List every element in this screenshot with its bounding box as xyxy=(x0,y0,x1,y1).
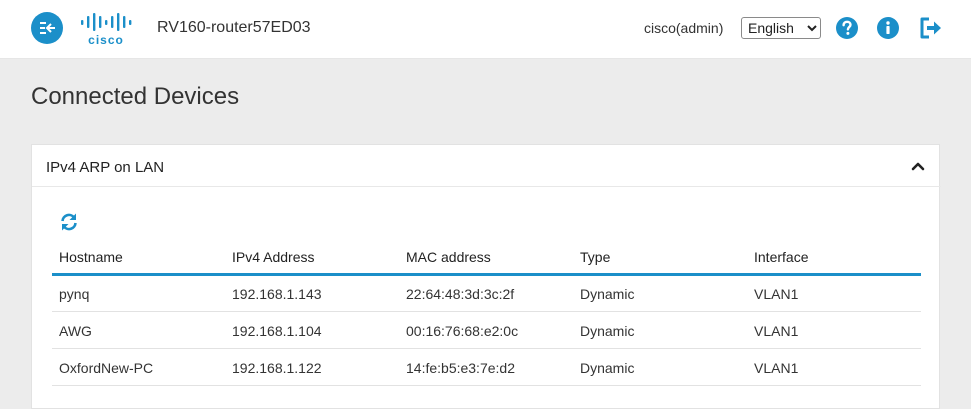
logout-icon[interactable] xyxy=(918,16,942,40)
column-header-mac-address[interactable]: MAC address xyxy=(399,241,573,276)
panel-header[interactable]: IPv4 ARP on LAN xyxy=(32,145,941,187)
panel-title: IPv4 ARP on LAN xyxy=(46,159,165,176)
table-header-row: Hostname IPv4 Address MAC address Type I… xyxy=(52,241,921,276)
device-name: RV160-router57ED03 xyxy=(157,19,311,36)
column-header-ipv4-address[interactable]: IPv4 Address xyxy=(225,241,399,276)
language-select[interactable]: English xyxy=(741,17,821,39)
cell-mac-address: 00:16:76:68:e2:0c xyxy=(399,311,573,349)
chevron-up-icon[interactable] xyxy=(911,159,925,173)
cell-interface: VLAN1 xyxy=(747,274,921,312)
top-header: cisco RV160-router57ED03 cisco(admin) En… xyxy=(0,0,971,59)
cell-type: Dynamic xyxy=(573,274,747,312)
cell-mac-address: 22:64:48:3d:3c:2f xyxy=(399,274,573,312)
cell-mac-address: 14:fe:b5:e3:7e:d2 xyxy=(399,348,573,386)
column-header-type[interactable]: Type xyxy=(573,241,747,276)
help-icon[interactable] xyxy=(835,16,859,40)
table-row[interactable]: OxfordNew-PC 192.168.1.122 14:fe:b5:e3:7… xyxy=(52,348,921,386)
page-title: Connected Devices xyxy=(31,83,240,110)
cell-hostname: OxfordNew-PC xyxy=(52,348,225,386)
cell-hostname: pynq xyxy=(52,274,225,312)
table-row[interactable]: AWG 192.168.1.104 00:16:76:68:e2:0c Dyna… xyxy=(52,311,921,349)
cell-type: Dynamic xyxy=(573,311,747,349)
user-label: cisco(admin) xyxy=(644,20,724,36)
cell-ipv4-address: 192.168.1.122 xyxy=(225,348,399,386)
cell-ipv4-address: 192.168.1.104 xyxy=(225,311,399,349)
table-row[interactable]: pynq 192.168.1.143 22:64:48:3d:3c:2f Dyn… xyxy=(52,274,921,312)
arp-table: Hostname IPv4 Address MAC address Type I… xyxy=(52,241,921,386)
info-icon[interactable] xyxy=(876,16,900,40)
cell-interface: VLAN1 xyxy=(747,311,921,349)
cell-ipv4-address: 192.168.1.143 xyxy=(225,274,399,312)
refresh-icon[interactable] xyxy=(59,212,79,232)
cell-type: Dynamic xyxy=(573,348,747,386)
menu-collapse-icon[interactable] xyxy=(31,12,63,44)
cisco-logo: cisco xyxy=(79,12,134,47)
cell-hostname: AWG xyxy=(52,311,225,349)
arp-panel: IPv4 ARP on LAN Hostname IPv4 Address MA… xyxy=(31,144,941,409)
svg-text:cisco: cisco xyxy=(88,33,124,46)
column-header-hostname[interactable]: Hostname xyxy=(52,241,225,276)
cell-interface: VLAN1 xyxy=(747,348,921,386)
column-header-interface[interactable]: Interface xyxy=(747,241,921,276)
